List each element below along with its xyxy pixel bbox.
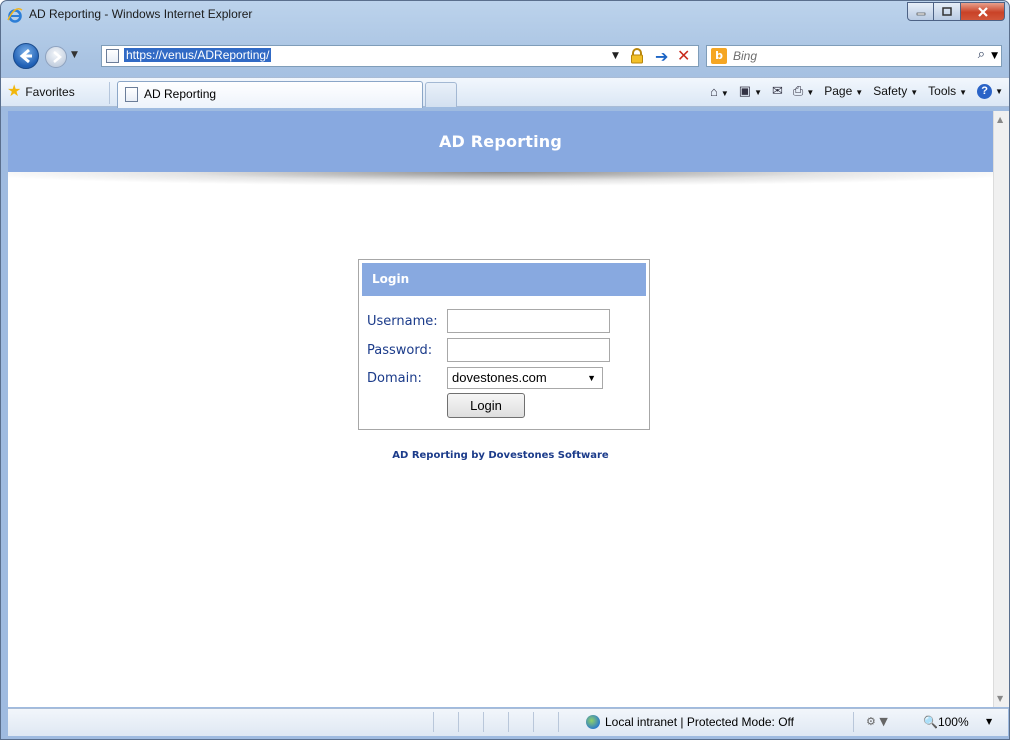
password-input[interactable] [447, 338, 610, 362]
feeds-button[interactable]: ▣ ▼ [739, 83, 762, 99]
maximize-button[interactable] [934, 2, 961, 21]
printer-icon: ⎙ [792, 83, 804, 98]
security-zone[interactable]: Local intranet | Protected Mode: Off [586, 715, 794, 729]
status-divider [853, 712, 854, 732]
local-intranet-icon [586, 715, 600, 729]
safety-menu[interactable]: Safety ▼ [873, 84, 918, 98]
footer-credit: AD Reporting by Dovestones Software [392, 450, 609, 461]
login-button[interactable]: Login [447, 393, 525, 418]
history-dropdown[interactable]: ▼ [71, 50, 78, 60]
caption-buttons [907, 2, 1005, 22]
header-shadow [8, 172, 993, 196]
navigation-bar: ▼ https://venus/ADReporting/ ▼ ➔ ✕ b Bin… [1, 41, 1009, 71]
status-divider [483, 712, 484, 732]
help-menu[interactable]: ? ▼ [977, 83, 1003, 99]
close-button[interactable] [961, 2, 1005, 21]
domain-row: Domain: dovestones.com ▼ [367, 367, 603, 389]
tools-menu[interactable]: Tools ▼ [928, 84, 967, 98]
scroll-down-icon[interactable]: ▼ [997, 694, 1003, 703]
forward-arrow-icon [53, 51, 62, 63]
status-bar: Local intranet | Protected Mode: Off ⚙ ▼… [8, 708, 1008, 736]
page-header: AD Reporting [8, 111, 993, 172]
zoom-level[interactable]: 🔍100% [923, 715, 969, 729]
search-dropdown[interactable]: ▼ [991, 51, 998, 61]
url-text[interactable]: https://venus/ADReporting/ [124, 48, 272, 62]
mail-icon: ✉ [772, 83, 783, 98]
tab-label: AD Reporting [144, 87, 217, 101]
feeds-icon: ▣ [738, 83, 752, 98]
domain-selected-value: dovestones.com [452, 370, 547, 385]
home-button[interactable]: ⌂ ▼ [710, 84, 729, 99]
zone-text: Local intranet | Protected Mode: Off [605, 715, 794, 729]
page-viewport: AD Reporting Login Username: Password: D… [8, 111, 993, 707]
address-bar[interactable]: https://venus/ADReporting/ ▼ ➔ ✕ [101, 45, 699, 67]
favorites-button[interactable]: ★ Favorites [7, 82, 75, 102]
tab-ad-reporting[interactable]: AD Reporting [117, 81, 423, 108]
back-arrow-icon [19, 48, 32, 64]
help-icon: ? [977, 84, 993, 99]
title-bar: AD Reporting - Windows Internet Explorer [1, 1, 1009, 29]
vertical-scrollbar[interactable]: ▲ ▼ [993, 111, 1009, 707]
print-button[interactable]: ⎙ ▼ [793, 83, 814, 99]
minimize-icon [916, 12, 925, 15]
domain-select[interactable]: dovestones.com ▼ [447, 367, 603, 389]
protected-mode-icon[interactable]: ⚙ ▼ [866, 715, 888, 728]
internet-explorer-icon [7, 8, 23, 23]
safety-menu-label: Safety [873, 84, 908, 98]
zoom-dropdown[interactable]: ▼ [986, 717, 992, 726]
status-divider [458, 712, 459, 732]
search-icon[interactable]: ⌕ [978, 47, 985, 62]
status-divider [533, 712, 534, 732]
page-menu[interactable]: Page ▼ [824, 84, 863, 98]
tools-menu-label: Tools [928, 84, 957, 98]
status-divider [433, 712, 434, 732]
username-row: Username: [367, 309, 610, 333]
login-panel: Login Username: Password: Domain: dovest… [358, 259, 650, 430]
tab-page-icon [125, 87, 138, 102]
minimize-button[interactable] [907, 2, 934, 21]
go-arrow-icon[interactable]: ➔ [655, 47, 668, 66]
search-box[interactable]: b Bing ⌕ ▼ [706, 45, 1002, 67]
home-icon: ⌂ [710, 83, 718, 99]
bing-icon: b [711, 48, 727, 64]
close-icon [977, 6, 988, 17]
page-icon [106, 49, 119, 63]
chevron-down-icon: ▼ [587, 373, 596, 383]
page-menu-label: Page [824, 84, 853, 98]
status-divider [508, 712, 509, 732]
toolbar-separator [109, 82, 110, 104]
zoom-text: 100% [937, 715, 969, 729]
window-title: AD Reporting - Windows Internet Explorer [29, 7, 253, 21]
domain-label: Domain: [367, 370, 422, 386]
scroll-up-icon[interactable]: ▲ [997, 115, 1003, 124]
stop-icon[interactable]: ✕ [677, 46, 690, 65]
login-heading: Login [362, 263, 646, 296]
read-mail-button[interactable]: ✉ [772, 83, 783, 99]
favorites-star-icon: ★ [7, 83, 22, 100]
username-label: Username: [367, 313, 438, 329]
username-input[interactable] [447, 309, 610, 333]
favorites-label: Favorites [25, 85, 75, 99]
lock-icon[interactable] [630, 48, 644, 64]
back-button[interactable] [13, 43, 39, 69]
status-divider [558, 712, 559, 732]
page-title: AD Reporting [438, 132, 563, 151]
new-tab-button[interactable] [425, 82, 457, 107]
command-bar: ⌂ ▼ ▣ ▼ ✉ ⎙ ▼ Page ▼ Safety ▼ Tools ▼ ? ▼ [710, 83, 1003, 99]
password-row: Password: [367, 338, 610, 362]
password-label: Password: [367, 342, 433, 358]
favorites-bar: ★ Favorites AD Reporting ⌂ ▼ ▣ ▼ ✉ ⎙ ▼ Page… [1, 77, 1009, 108]
forward-button[interactable] [45, 46, 67, 68]
maximize-icon [942, 7, 952, 16]
search-placeholder: Bing [733, 49, 758, 63]
address-dropdown[interactable]: ▼ [612, 51, 619, 61]
